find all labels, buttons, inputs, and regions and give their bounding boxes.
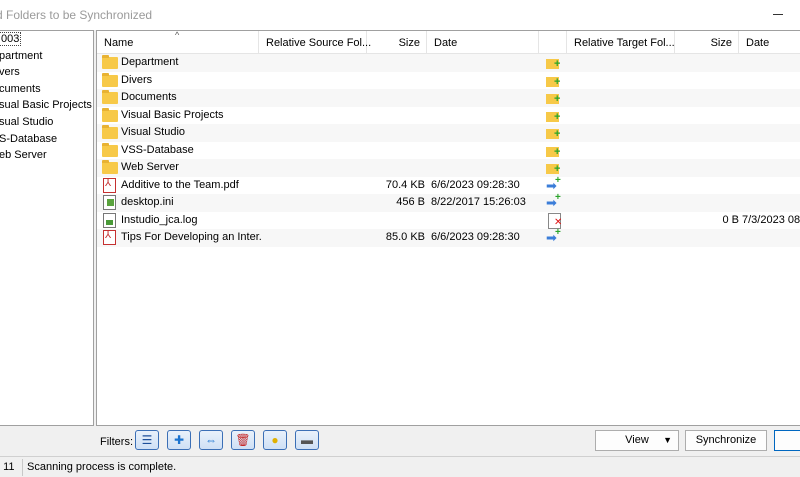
sort-ascending-icon: ^ [175, 30, 180, 40]
tree-item[interactable]: 003 [0, 31, 93, 48]
row-name: Divers [121, 73, 153, 86]
folder-icon [102, 55, 118, 69]
row-date: 6/6/2023 09:28:30 [431, 178, 520, 191]
minimize-button[interactable] [756, 0, 800, 30]
bottom-toolbar: Filters: ☰ ✚ ⇔ 🗑 ● ▬ View ▼ Synchronize [0, 426, 800, 456]
tree-item[interactable]: S-Database [0, 131, 93, 148]
folder-icon [102, 90, 118, 104]
new-folder-icon[interactable] [546, 125, 562, 141]
filter-copy-button[interactable]: ✚ [167, 430, 191, 450]
ini-file-icon [103, 195, 116, 210]
filter-delete-button[interactable]: 🗑 [231, 430, 255, 450]
column-header-relative-target[interactable]: Relative Target Fol... [567, 31, 675, 54]
minus-icon: ▬ [301, 433, 313, 447]
row-target-size: 0 B [722, 213, 739, 226]
column-header-date[interactable]: Date [427, 31, 539, 54]
pdf-file-icon [103, 230, 116, 245]
table-row[interactable]: Additive to the Team.pdf 70.4 KB 6/6/202… [97, 175, 800, 195]
filters-label: Filters: [100, 436, 133, 448]
table-row[interactable]: VSS-Database [97, 142, 800, 160]
new-folder-icon[interactable] [546, 143, 562, 159]
row-size: 70.4 KB [385, 178, 425, 191]
double-arrow-icon: ⇔ [205, 433, 217, 447]
folder-icon [102, 107, 118, 122]
row-name: Department [121, 56, 179, 68]
column-header-name[interactable]: Name ^ [97, 31, 259, 54]
log-file-icon [103, 212, 116, 228]
tree-item[interactable]: sual Studio [0, 114, 93, 131]
filter-all-button[interactable]: ☰ [135, 430, 159, 450]
row-name: Visual Basic Projects [121, 108, 224, 121]
row-name: Web Server [121, 161, 179, 173]
table-row[interactable]: Web Server [97, 159, 800, 177]
row-name: Tips For Developing an Inter... [121, 231, 261, 243]
trash-icon: 🗑 [235, 433, 251, 447]
grid-rows: Department Divers Documents Visual Basic… [97, 54, 800, 247]
row-size: 85.0 KB [385, 231, 425, 243]
table-row[interactable]: Divers [97, 72, 800, 90]
table-row[interactable]: Documents [97, 89, 800, 107]
column-header-action[interactable] [539, 31, 567, 54]
item-count: : 11 [0, 461, 15, 473]
row-target-date: 7/3/2023 08 [742, 213, 800, 226]
row-name: desktop.ini [121, 196, 174, 208]
status-bar: : 11 Scanning process is complete. [0, 456, 800, 477]
comparison-grid: Name ^ Relative Source Fol... Size Date … [96, 30, 800, 426]
row-date: 8/22/2017 15:26:03 [431, 196, 526, 208]
column-header-target-date[interactable]: Date [739, 31, 800, 54]
row-name: Visual Studio [121, 126, 186, 138]
grid-header: Name ^ Relative Source Fol... Size Date … [97, 31, 800, 54]
table-row[interactable]: Tips For Developing an Inter... 85.0 KB … [97, 227, 800, 247]
row-name: Instudio_jca.log [121, 213, 198, 226]
table-row[interactable]: Instudio_jca.log 0 B 7/3/2023 08 [97, 212, 800, 230]
list-check-icon: ☰ [141, 433, 153, 447]
table-row[interactable]: Visual Studio [97, 124, 800, 142]
pdf-file-icon [103, 177, 116, 193]
column-header-relative-source[interactable]: Relative Source Fol... [259, 31, 371, 54]
filter-conflict-button[interactable]: ● [263, 430, 287, 450]
new-folder-icon[interactable] [546, 73, 562, 89]
tree-item[interactable]: cuments [0, 81, 93, 98]
folder-tree[interactable]: 003 partment vers cuments sual Basic Pro… [0, 30, 94, 426]
row-size: 456 B [396, 196, 425, 208]
tree-item[interactable]: sual Basic Projects [0, 97, 93, 114]
folder-icon [102, 160, 118, 174]
new-folder-icon[interactable] [546, 55, 562, 71]
row-name: Documents [121, 91, 177, 103]
row-name: Additive to the Team.pdf [121, 178, 239, 191]
table-row[interactable]: Visual Basic Projects [97, 107, 800, 125]
filter-equal-button[interactable]: ▬ [295, 430, 319, 450]
folder-icon [102, 142, 118, 157]
plus-icon: ✚ [173, 433, 185, 447]
window-title: d Folders to be Synchronized [0, 8, 153, 22]
new-folder-icon[interactable] [546, 90, 562, 106]
chevron-down-icon: ▼ [663, 435, 672, 445]
title-bar: d Folders to be Synchronized [0, 0, 800, 30]
tree-item[interactable]: vers [0, 64, 93, 81]
column-header-target-size[interactable]: Size [675, 31, 739, 54]
column-header-size[interactable]: Size [367, 31, 427, 54]
table-row[interactable]: desktop.ini 456 B 8/22/2017 15:26:03 [97, 192, 800, 212]
status-message: Scanning process is complete. [27, 461, 177, 473]
filter-update-button[interactable]: ⇔ [199, 430, 223, 450]
row-name: VSS-Database [121, 143, 194, 156]
status-divider [22, 459, 23, 476]
folder-icon [102, 72, 118, 87]
copy-right-icon[interactable] [546, 192, 562, 211]
copy-right-icon[interactable] [546, 227, 562, 246]
view-dropdown[interactable]: View ▼ [595, 430, 679, 451]
extra-button[interactable] [774, 430, 800, 451]
tree-item[interactable]: eb Server [0, 147, 93, 164]
synchronize-button[interactable]: Synchronize [685, 430, 767, 451]
tree-item[interactable]: partment [0, 48, 93, 65]
folder-icon [102, 125, 118, 139]
row-date: 6/6/2023 09:28:30 [431, 231, 520, 243]
table-row[interactable]: Department [97, 54, 800, 72]
new-folder-icon[interactable] [546, 108, 562, 124]
warning-icon: ● [271, 433, 279, 447]
